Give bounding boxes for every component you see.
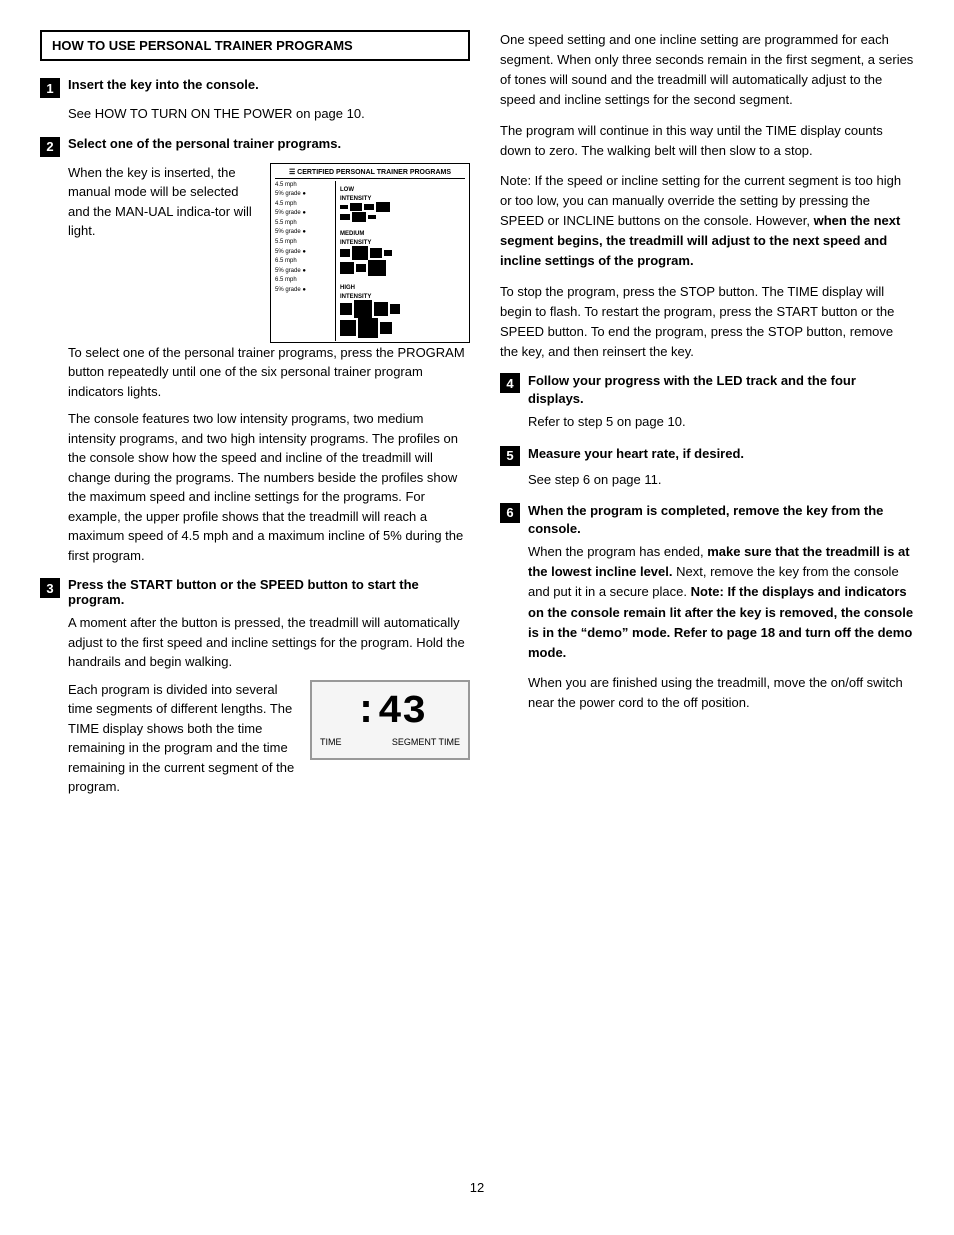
step-2-text-block: When the key is inserted, the manual mod… (68, 163, 258, 249)
page-number: 12 (40, 1180, 914, 1195)
right-step-6-number: 6 (500, 503, 520, 523)
chart-row-5: 6.5 mph5% grade ● (275, 257, 333, 276)
chart-row-2: 4.5 mph5% grade ● (275, 200, 333, 219)
program-chart: ☰ CERTIFIED PERSONAL TRAINER PROGRAMS 4.… (270, 163, 470, 343)
chart-title: ☰ CERTIFIED PERSONAL TRAINER PROGRAMS (275, 168, 465, 179)
chart-row-1: 4.5 mph5% grade ● (275, 181, 333, 200)
two-column-layout: HOW TO USE PERSONAL TRAINER PROGRAMS 1 I… (40, 30, 914, 1160)
step-1-header: 1 Insert the key into the console. (40, 77, 470, 98)
chart-row-3: 5.5 mph5% grade ● (275, 219, 333, 238)
intensity-medium: MEDIUMINTENSITY (340, 228, 465, 276)
chart-left-labels: 4.5 mph5% grade ● 4.5 mph5% grade ● 5.5 … (275, 181, 335, 341)
step-2-number: 2 (40, 137, 60, 157)
chart-row-6: 6.5 mph5% grade ● (275, 276, 333, 295)
right-step-4-title: Follow your progress with the LED track … (528, 372, 914, 408)
step-1-para-1: See HOW TO TURN ON THE POWER on page 10. (68, 104, 470, 124)
step-2-content: When the key is inserted, the manual mod… (68, 163, 470, 566)
step-2-intro: When the key is inserted, the manual mod… (68, 163, 258, 241)
step-2-para-1: To select one of the personal trainer pr… (68, 343, 470, 402)
right-step-6-para-1-text: When the program has ended, (528, 544, 704, 559)
right-column: One speed setting and one incline settin… (500, 30, 914, 1160)
chart-row-4: 5.5 mph5% grade ● (275, 238, 333, 257)
step-2-with-chart: When the key is inserted, the manual mod… (68, 163, 470, 343)
step-1-content: See HOW TO TURN ON THE POWER on page 10. (68, 104, 470, 124)
intensity-low: LOWINTENSITY (340, 184, 465, 222)
right-step-4: 4 Follow your progress with the LED trac… (500, 372, 914, 433)
right-para-3: Note: If the speed or incline setting fo… (500, 171, 914, 272)
right-step-6: 6 When the program is completed, remove … (500, 502, 914, 714)
right-step-4-para: Refer to step 5 on page 10. (528, 412, 914, 432)
step-3-para-2: Each program is divided into several tim… (68, 680, 298, 797)
chart-body: 4.5 mph5% grade ● 4.5 mph5% grade ● 5.5 … (275, 181, 465, 341)
step-2-para-2: The console features two low intensity p… (68, 409, 470, 565)
step-3-title: Press the START button or the SPEED butt… (68, 577, 470, 607)
step-3-number: 3 (40, 578, 60, 598)
right-para-2: The program will continue in this way un… (500, 121, 914, 161)
step-3-with-display: Each program is divided into several tim… (68, 680, 470, 805)
step-1-number: 1 (40, 78, 60, 98)
page: HOW TO USE PERSONAL TRAINER PROGRAMS 1 I… (0, 0, 954, 1235)
step-2-header: 2 Select one of the personal trainer pro… (40, 136, 470, 157)
right-para-1: One speed setting and one incline settin… (500, 30, 914, 111)
intensity-high: HIGHINTENSITY (340, 282, 465, 338)
segment-label-time: TIME (320, 737, 342, 747)
right-step-5: 5 Measure your heart rate, if desired. S… (500, 445, 914, 490)
right-step-6-header: 6 When the program is completed, remove … (500, 502, 914, 538)
right-step-6-para-3: When you are finished using the treadmil… (528, 673, 914, 713)
chart-profiles: LOWINTENSITY (335, 181, 465, 341)
segment-labels: TIME SEGMENT TIME (312, 737, 468, 747)
step-3-header: 3 Press the START button or the SPEED bu… (40, 577, 470, 607)
right-step-6-title: When the program is completed, remove th… (528, 502, 914, 538)
right-step-4-content: Refer to step 5 on page 10. (528, 412, 914, 432)
right-step-4-number: 4 (500, 373, 520, 393)
section-header: HOW TO USE PERSONAL TRAINER PROGRAMS (40, 30, 470, 61)
right-step-4-header: 4 Follow your progress with the LED trac… (500, 372, 914, 408)
segment-number-value: :43 (354, 693, 426, 733)
step-2-title: Select one of the personal trainer progr… (68, 136, 341, 151)
segment-label-segment: SEGMENT TIME (392, 737, 460, 747)
right-step-5-para: See step 6 on page 11. (528, 470, 914, 490)
right-para-4: To stop the program, press the STOP butt… (500, 282, 914, 363)
right-step-6-para-1: When the program has ended, make sure th… (528, 542, 914, 663)
right-step-5-number: 5 (500, 446, 520, 466)
right-step-5-content: See step 6 on page 11. (528, 470, 914, 490)
right-step-6-content: When the program has ended, make sure th… (528, 542, 914, 713)
right-step-5-title: Measure your heart rate, if desired. (528, 445, 744, 463)
right-step-5-header: 5 Measure your heart rate, if desired. (500, 445, 914, 466)
step-3-para-1: A moment after the button is pressed, th… (68, 613, 470, 672)
left-column: HOW TO USE PERSONAL TRAINER PROGRAMS 1 I… (40, 30, 470, 1160)
step-3-content: A moment after the button is pressed, th… (68, 613, 470, 805)
step-1-title: Insert the key into the console. (68, 77, 259, 92)
segment-time-display: :43 TIME SEGMENT TIME (310, 680, 470, 760)
